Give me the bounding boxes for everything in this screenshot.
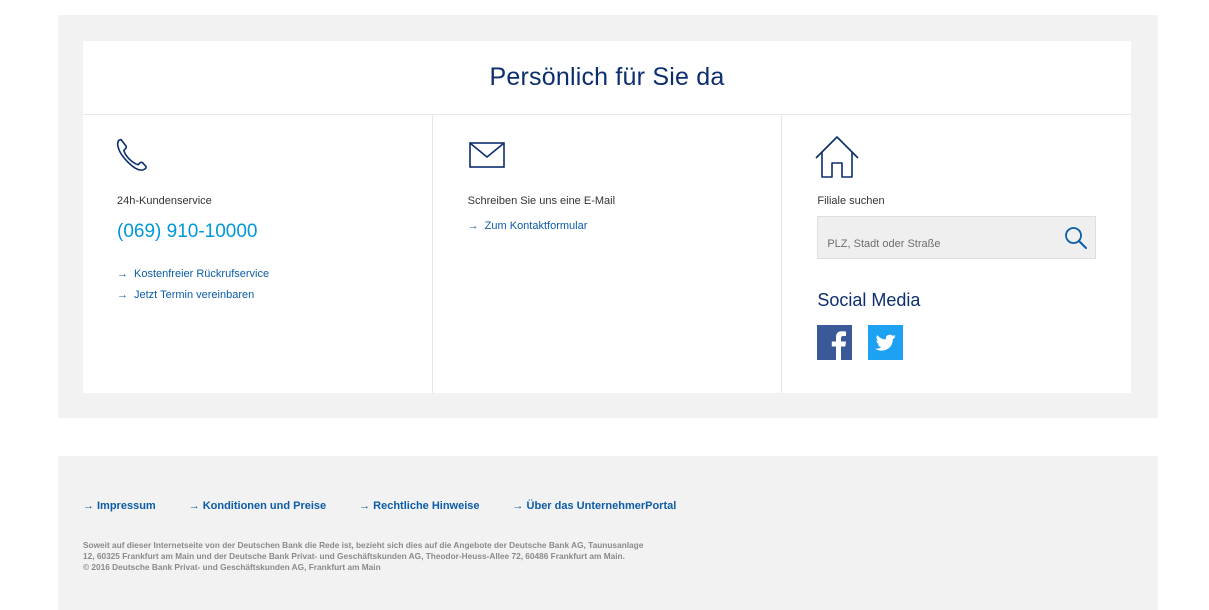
arrow-right-icon: → (117, 268, 128, 280)
appointment-label: Jetzt Termin vereinbaren (134, 289, 255, 301)
arrow-right-icon: → (512, 500, 524, 512)
callback-service-label: Kostenfreier Rückrufservice (134, 268, 270, 280)
arrow-right-icon: → (467, 220, 479, 232)
legal-text: Soweit auf dieser Internetseite von der … (83, 540, 773, 573)
facebook-icon[interactable] (817, 325, 853, 360)
branch-label: Filiale suchen (817, 195, 885, 207)
email-column: Schreiben Sie uns eine E-Mail → Zum Kont… (431, 115, 782, 393)
footer-links: → Impressum → Konditionen und Preise → R… (83, 500, 709, 512)
mail-icon (468, 142, 505, 173)
branch-column: Filiale suchen Social Media (781, 115, 1131, 393)
about-portal-link[interactable]: → Über das UnternehmerPortal (513, 500, 677, 512)
conditions-prices-link[interactable]: → Konditionen und Preise (189, 500, 326, 512)
conditions-prices-label: Konditionen und Preise (202, 500, 327, 512)
callback-service-link[interactable]: → Kostenfreier Rückrufservice (117, 268, 269, 280)
email-label: Schreiben Sie uns eine E-Mail (467, 195, 616, 207)
contact-form-label: Zum Kontaktformular (484, 220, 588, 232)
impressum-label: Impressum (97, 500, 156, 512)
legal-notes-label: Rechtliche Hinweise (373, 500, 480, 512)
phone-label: 24h-Kundenservice (117, 195, 212, 207)
legal-notes-link[interactable]: → Rechtliche Hinweise (359, 500, 479, 512)
contact-columns: 24h-Kundenservice (069) 910-10000 → Kost… (83, 115, 1131, 393)
contact-header: Persönlich für Sie da (83, 41, 1131, 115)
social-media-title: Social Media (817, 290, 921, 310)
contact-section: Persönlich für Sie da 24h-Kundenservice … (58, 15, 1158, 418)
house-icon (814, 135, 860, 184)
branch-search-input[interactable] (818, 217, 1049, 258)
legal-line: Soweit auf dieser Internetseite von der … (83, 540, 644, 550)
appointment-link[interactable]: → Jetzt Termin vereinbaren (117, 289, 254, 301)
phone-column: 24h-Kundenservice (069) 910-10000 → Kost… (83, 115, 432, 393)
contact-form-link[interactable]: → Zum Kontaktformular (468, 220, 588, 232)
contact-title: Persönlich für Sie da (489, 63, 725, 91)
impressum-link[interactable]: → Impressum (83, 500, 156, 512)
footer: → Impressum → Konditionen und Preise → R… (58, 456, 1158, 610)
arrow-right-icon: → (359, 500, 371, 512)
twitter-icon[interactable] (868, 325, 904, 360)
phone-icon (115, 137, 147, 176)
legal-line: 12, 60325 Frankfurt am Main und der Deut… (83, 551, 625, 561)
arrow-right-icon: → (188, 500, 200, 512)
contact-card: Persönlich für Sie da 24h-Kundenservice … (83, 41, 1131, 393)
arrow-right-icon: → (117, 289, 128, 301)
copyright-line: © 2016 Deutsche Bank Privat- und Geschäf… (83, 562, 381, 572)
arrow-right-icon: → (83, 500, 94, 512)
about-portal-label: Über das UnternehmerPortal (526, 500, 677, 512)
search-icon[interactable] (1063, 225, 1089, 251)
phone-number[interactable]: (069) 910-10000 (117, 221, 258, 243)
branch-search (817, 216, 1097, 259)
